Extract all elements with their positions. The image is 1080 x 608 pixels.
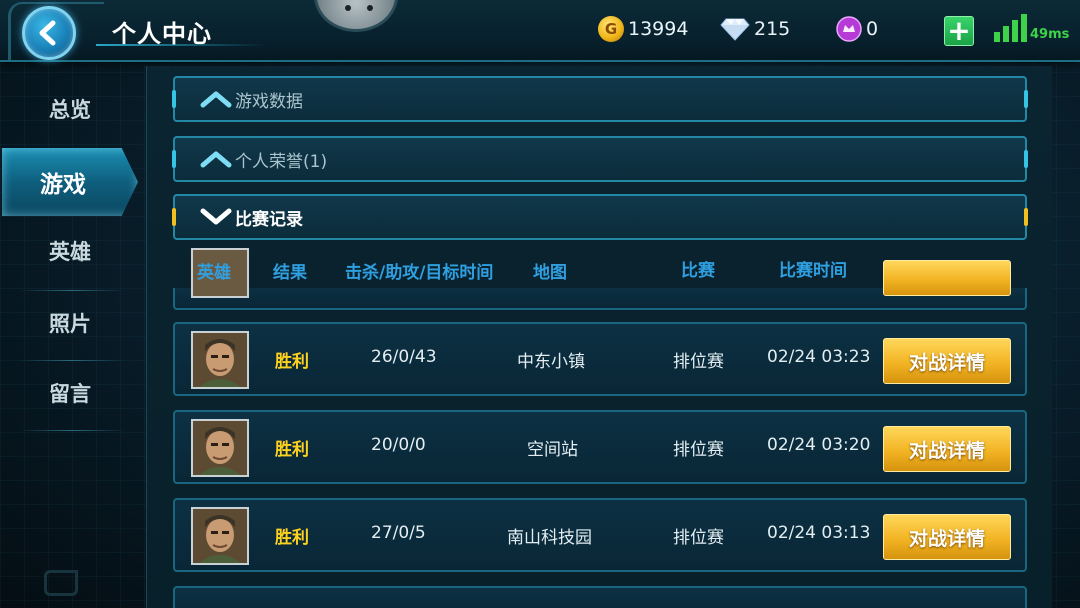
match-result: 胜利 xyxy=(275,440,309,460)
sidebar-item-label: 英雄 xyxy=(49,240,91,264)
title-underline xyxy=(96,44,266,46)
plus-icon: + xyxy=(947,14,971,47)
section-label: 个人荣誉(1) xyxy=(235,151,328,172)
main-panel: 游戏数据 个人荣誉(1) 比赛记录 英雄 结果 击杀/助攻/目标时间 地图 比赛… xyxy=(146,66,1052,608)
sidebar-item-heroes[interactable]: 英雄 xyxy=(14,216,126,286)
diamond-amount: 215 xyxy=(754,18,791,40)
gold-currency: G 13994 xyxy=(598,14,688,44)
column-header-time: 比赛时间 xyxy=(779,261,847,281)
match-map: 南山科技园 xyxy=(507,528,592,548)
battle-detail-button[interactable]: 对战详情 xyxy=(883,338,1011,384)
chevron-up-icon xyxy=(200,91,232,108)
battle-detail-button[interactable]: 对战详情 xyxy=(883,426,1011,472)
sidebar-item-label: 照片 xyxy=(49,312,91,336)
section-game-data[interactable]: 游戏数据 xyxy=(172,76,1028,122)
hero-portrait xyxy=(191,419,249,477)
match-mode: 排位赛 xyxy=(673,440,724,460)
chevron-down-icon xyxy=(200,208,232,225)
chevron-up-icon xyxy=(200,151,232,168)
table-header: 英雄 结果 击杀/助攻/目标时间 地图 比赛 比赛时间 xyxy=(173,248,1027,288)
sidebar-item-photos[interactable]: 照片 xyxy=(14,288,126,358)
avatar-eye xyxy=(345,5,351,11)
table-row: 胜利 20/0/0 空间站 排位赛 02/24 03:20 对战详情 xyxy=(173,410,1027,484)
hero-portrait xyxy=(191,331,249,389)
battle-detail-button[interactable]: 对战详情 xyxy=(883,514,1011,560)
sidebar-item-label: 游戏 xyxy=(40,172,86,198)
avatar-eye xyxy=(367,5,373,11)
signal-bar xyxy=(994,32,1000,42)
match-time: 02/24 03:20 xyxy=(767,435,871,455)
match-kda: 20/0/0 xyxy=(371,435,426,455)
section-match-history[interactable]: 比赛记录 xyxy=(172,194,1028,240)
hero-face-icon xyxy=(193,509,247,563)
match-map: 空间站 xyxy=(527,440,578,460)
gem-amount: 0 xyxy=(866,18,879,40)
hero-face-icon xyxy=(193,333,247,387)
signal-bar xyxy=(1012,20,1018,42)
hero-portrait xyxy=(191,507,249,565)
arrow-left-icon xyxy=(39,20,56,46)
match-kda: 26/0/43 xyxy=(371,347,437,367)
column-header-hero: 英雄 xyxy=(197,263,231,283)
sidebar: 总览 游戏 英雄 照片 留言 xyxy=(0,64,140,608)
match-kda: 27/0/5 xyxy=(371,523,426,543)
purple-gem-icon xyxy=(836,16,862,42)
diamond-icon xyxy=(720,17,750,41)
match-time: 02/24 03:13 xyxy=(767,523,871,543)
hero-face-icon xyxy=(193,421,247,475)
sidebar-item-label: 留言 xyxy=(49,382,91,406)
match-mode: 排位赛 xyxy=(673,528,724,548)
signal-bar xyxy=(1003,26,1009,42)
sidebar-item-overview[interactable]: 总览 xyxy=(14,74,126,144)
match-mode: 排位赛 xyxy=(673,352,724,372)
ping-value: 49ms xyxy=(1030,27,1070,42)
section-personal-honors[interactable]: 个人荣誉(1) xyxy=(172,136,1028,182)
gem-currency: 0 xyxy=(836,14,878,44)
match-map: 中东小镇 xyxy=(517,352,585,372)
match-result: 胜利 xyxy=(275,352,309,372)
column-header-map: 地图 xyxy=(533,263,567,283)
sidebar-item-game[interactable]: 游戏 xyxy=(2,148,138,216)
table-row-partial xyxy=(173,248,1027,310)
match-time: 02/24 03:23 xyxy=(767,347,871,367)
table-row-partial xyxy=(173,586,1027,608)
column-header-result: 结果 xyxy=(273,263,307,283)
match-result: 胜利 xyxy=(275,528,309,548)
sidebar-item-label: 总览 xyxy=(49,98,91,122)
column-header-mode: 比赛 xyxy=(681,261,715,281)
signal-bar xyxy=(1021,14,1027,42)
player-avatar[interactable] xyxy=(314,0,398,32)
network-signal: 49ms xyxy=(994,12,1074,42)
table-row: 胜利 27/0/5 南山科技园 排位赛 02/24 03:13 对战详情 xyxy=(173,498,1027,572)
sidebar-divider xyxy=(18,430,126,431)
section-label: 游戏数据 xyxy=(235,91,303,112)
column-header-kda: 击杀/助攻/目标时间 xyxy=(345,263,494,283)
gold-amount: 13994 xyxy=(628,18,689,40)
recharge-plus-button[interactable]: + xyxy=(944,16,974,46)
back-button[interactable] xyxy=(22,6,76,60)
game-logo-icon xyxy=(44,570,78,596)
sidebar-item-messages[interactable]: 留言 xyxy=(14,358,126,428)
diamond-currency: 215 xyxy=(720,14,790,44)
section-label: 比赛记录 xyxy=(235,209,303,230)
gold-coin-icon: G xyxy=(598,16,624,42)
table-row: 胜利 26/0/43 中东小镇 排位赛 02/24 03:23 对战详情 xyxy=(173,322,1027,396)
top-bar: 个人中心 G 13994 215 0 + 49ms xyxy=(0,0,1080,62)
